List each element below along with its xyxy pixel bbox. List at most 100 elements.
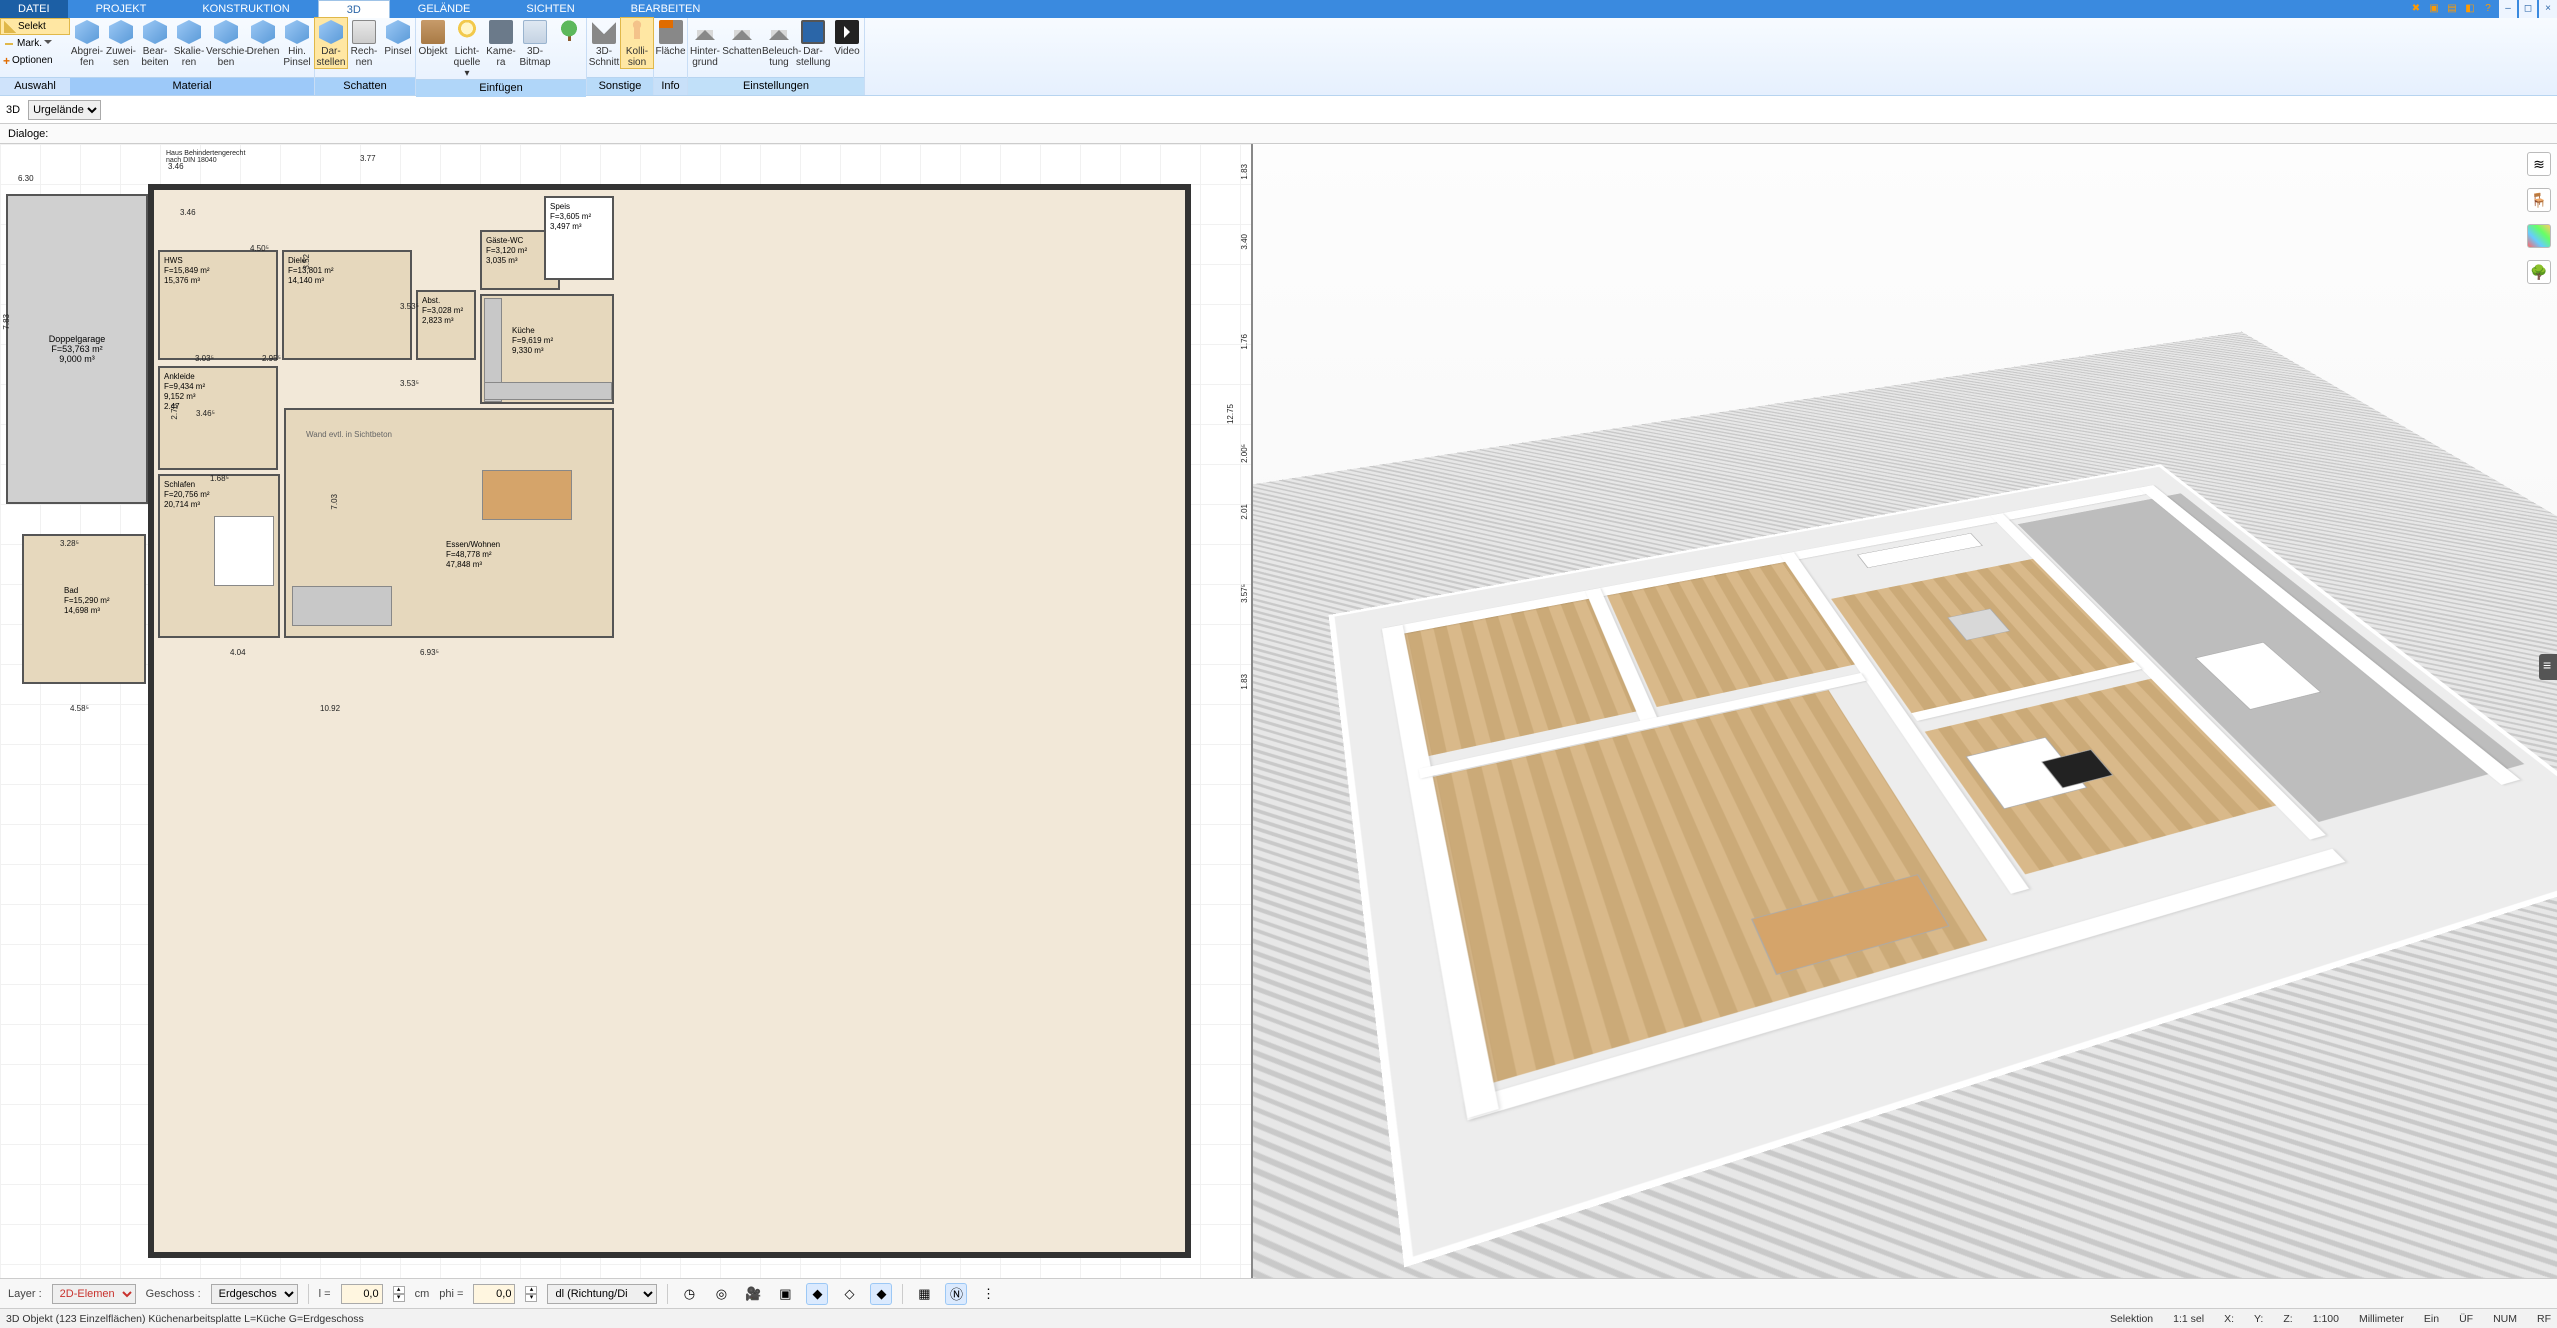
room-speis[interactable]: SpeisF=3,605 m²3,497 m³ — [544, 196, 614, 280]
room-schlafen[interactable]: SchlafenF=20,756 m²20,714 m³ — [158, 474, 280, 638]
phi-label: phi = — [439, 1288, 463, 1300]
bt-grid-icon[interactable]: ▦ — [913, 1283, 935, 1305]
dim-353: 3.53⁵ — [400, 302, 419, 311]
vt-chair-icon[interactable]: 🪑 — [2527, 188, 2551, 212]
bt-screen-icon[interactable]: ▣ — [774, 1283, 796, 1305]
btn-darstellung[interactable]: Dar-stellung — [796, 18, 830, 68]
help-icon[interactable]: ? — [2479, 0, 2497, 18]
room-kueche[interactable]: KücheF=9,619 m²9,330 m³ — [480, 294, 614, 404]
menu-projekt[interactable]: PROJEKT — [68, 0, 175, 18]
btn-zuweisen[interactable]: Zuwei-sen — [104, 18, 138, 68]
flag-icon — [659, 20, 683, 44]
room-garage[interactable]: Doppelgarage F=53,763 m² 9,000 m³ — [6, 194, 148, 504]
btn-drehen[interactable]: Drehen — [246, 18, 280, 57]
dim-183l: 1.83 — [1240, 164, 1249, 180]
dim-450: 4.50⁵ — [250, 244, 269, 253]
vt-color-icon[interactable] — [2527, 224, 2551, 248]
btn-objekt[interactable]: Objekt — [416, 18, 450, 57]
dim-630: 6.30 — [18, 174, 34, 183]
btn-hintergrund[interactable]: Hinter-grund — [688, 18, 722, 68]
dim-404: 4.04 — [230, 648, 246, 657]
tool-icon-2[interactable]: ▣ — [2425, 0, 2443, 18]
group-sonstige-label: Sonstige — [587, 77, 653, 95]
vt-tree-icon[interactable]: 🌳 — [2527, 260, 2551, 284]
dining-table — [482, 470, 572, 520]
menu-3d[interactable]: 3D — [318, 0, 390, 18]
btn-tree[interactable] — [552, 18, 586, 46]
view-2d[interactable]: Doppelgarage F=53,763 m² 9,000 m³ HWSF=1… — [0, 144, 1253, 1278]
view-toolbar: ≋ 🪑 🌳 — [2527, 152, 2553, 284]
btn-bearbeiten[interactable]: Bear-beiten — [138, 18, 172, 68]
menu-gelande[interactable]: GELÄNDE — [390, 0, 499, 18]
btn-kollision[interactable]: Kolli-sion — [620, 17, 654, 69]
l-input[interactable] — [341, 1284, 383, 1304]
btn-darstellen[interactable]: Dar-stellen — [314, 17, 348, 69]
bt-target-icon[interactable]: ◎ — [710, 1283, 732, 1305]
phi-spinner[interactable]: ▴▾ — [525, 1286, 537, 1302]
bt-diamond1-icon[interactable]: ◆ — [806, 1283, 828, 1305]
maximize-icon[interactable]: ◻ — [2519, 0, 2537, 18]
l-spinner[interactable]: ▴▾ — [393, 1286, 405, 1302]
btn-pinsel[interactable]: Pinsel — [381, 18, 415, 57]
geschoss-select[interactable]: Erdgeschos — [211, 1284, 298, 1304]
menu-sichten[interactable]: SICHTEN — [498, 0, 602, 18]
chevron-down-icon — [44, 40, 52, 48]
room-essen-wohnen[interactable]: Essen/WohnenF=48,778 m²47,848 m³ Wand ev… — [284, 408, 614, 638]
bt-diamond2-icon[interactable]: ◇ — [838, 1283, 860, 1305]
btn-abgreifen[interactable]: Abgrei-fen — [70, 18, 104, 68]
room-hws[interactable]: HWSF=15,849 m²15,376 m³ — [158, 250, 278, 360]
btn-3dschnitt[interactable]: 3D-Schnitt — [587, 18, 621, 68]
side-drawer-handle[interactable] — [2539, 654, 2557, 680]
menu-spacer — [728, 0, 2407, 18]
btn-skalieren[interactable]: Skalie-ren — [172, 18, 206, 68]
dim-458: 4.58⁵ — [70, 704, 89, 713]
room-bad[interactable]: BadF=15,290 m²14,698 m³ — [22, 534, 146, 684]
dim-357: 3.57⁵ — [1240, 584, 1249, 603]
btn-schatten[interactable]: Schatten — [722, 18, 762, 57]
tool-icon-1[interactable]: ✖ — [2407, 0, 2425, 18]
btn-beleuchtung[interactable]: Beleuch-tung — [762, 18, 796, 68]
menu-bar: DATEI PROJEKT KONSTRUKTION 3D GELÄNDE SI… — [0, 0, 2557, 18]
tool-icon-3[interactable]: ▤ — [2443, 0, 2461, 18]
selekt-button[interactable]: Selekt — [0, 18, 70, 35]
status-scale: 1:100 — [2313, 1313, 2339, 1325]
menu-bearbeiten[interactable]: BEARBEITEN — [603, 0, 729, 18]
dl-select[interactable]: dl (Richtung/Di — [547, 1284, 657, 1304]
btn-kamera[interactable]: Kame-ra — [484, 18, 518, 68]
status-rf: RF — [2537, 1313, 2551, 1325]
bt-more-icon[interactable]: ⋮ — [977, 1283, 999, 1305]
floorplan-canvas[interactable]: Doppelgarage F=53,763 m² 9,000 m³ HWSF=1… — [0, 144, 1251, 1278]
bt-n-icon[interactable]: Ⓝ — [945, 1283, 967, 1305]
btn-verschieben[interactable]: Verschie-ben — [206, 18, 246, 68]
room-abst[interactable]: Abst.F=3,028 m²2,823 m³ — [416, 290, 476, 360]
mark-button[interactable]: Mark. — [0, 35, 70, 52]
btn-3dbitmap[interactable]: 3D-Bitmap — [518, 18, 552, 68]
dim-200: 2.00⁵ — [1240, 444, 1249, 463]
btn-rechnen[interactable]: Rech-nen — [347, 18, 381, 68]
btn-hin-pinsel[interactable]: Hin.Pinsel — [280, 18, 314, 68]
bottom-toolbar: Layer : 2D-Elemen Geschoss : Erdgeschos … — [0, 1278, 2557, 1308]
bt-cam-icon[interactable]: 🎥 — [742, 1283, 764, 1305]
cm-label: cm — [415, 1288, 430, 1300]
optionen-button[interactable]: + Optionen — [0, 52, 70, 69]
vt-layers-icon[interactable]: ≋ — [2527, 152, 2551, 176]
layer-dropdown[interactable]: Urgelände — [28, 100, 101, 120]
view-3d[interactable]: ≋ 🪑 🌳 — [1253, 144, 2557, 1278]
kitchen-counter-b — [484, 382, 612, 400]
layer-select[interactable]: 2D-Elemen — [52, 1284, 136, 1304]
tool-icon-4[interactable]: ◧ — [2461, 0, 2479, 18]
phi-input[interactable] — [473, 1284, 515, 1304]
bt-clock-icon[interactable]: ◷ — [678, 1283, 700, 1305]
menu-datei[interactable]: DATEI — [0, 0, 68, 18]
btn-lichtquelle[interactable]: Licht-quelle ▾ — [450, 18, 484, 79]
selection-panel: Selekt Mark. + Optionen Auswahl — [0, 18, 70, 95]
menu-konstruktion[interactable]: KONSTRUKTION — [174, 0, 317, 18]
close-icon[interactable]: × — [2539, 0, 2557, 18]
btn-flaeche[interactable]: Fläche — [654, 18, 687, 77]
dim-693: 6.93⁵ — [420, 648, 439, 657]
bt-diamond3-icon[interactable]: ◆ — [870, 1283, 892, 1305]
minimize-icon[interactable]: – — [2499, 0, 2517, 18]
dim-346a: 3.46 — [180, 208, 196, 217]
btn-video[interactable]: Video — [830, 18, 864, 57]
ribbon: Selekt Mark. + Optionen Auswahl Abgrei-f… — [0, 18, 2557, 96]
